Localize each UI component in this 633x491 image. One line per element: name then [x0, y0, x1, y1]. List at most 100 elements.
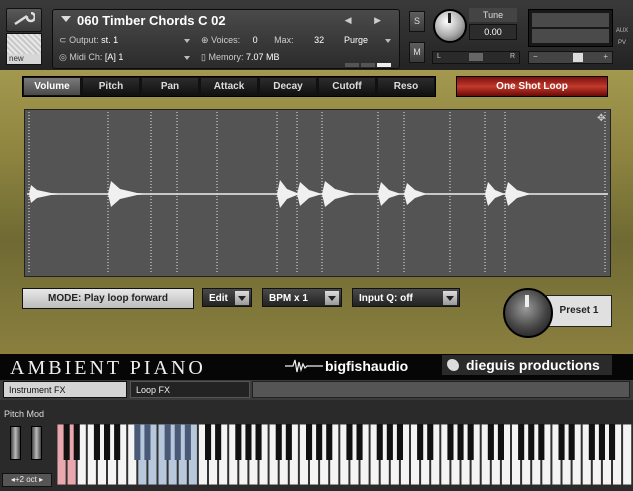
black-key[interactable]	[528, 424, 535, 460]
voices-value: 0	[252, 35, 258, 45]
black-key[interactable]	[93, 424, 100, 460]
one-shot-loop-button[interactable]: One Shot Loop	[456, 76, 608, 97]
volume-plus-label: +	[603, 52, 608, 61]
pv-button[interactable]: PV	[615, 40, 629, 46]
black-key[interactable]	[174, 424, 181, 460]
black-key[interactable]	[487, 424, 494, 460]
instrument-nav-arrows[interactable]: ◀ ▶	[345, 15, 391, 26]
black-key[interactable]	[609, 424, 616, 460]
bpm-dropdown-icon[interactable]	[325, 291, 339, 305]
black-key[interactable]	[568, 424, 575, 460]
black-key[interactable]	[447, 424, 454, 460]
preset-knob[interactable]	[503, 288, 553, 338]
mute-button[interactable]: M	[409, 42, 425, 63]
black-key[interactable]	[427, 424, 434, 460]
level-meter	[528, 9, 613, 47]
tab-loop-fx[interactable]: Loop FX	[130, 381, 250, 398]
instrument-name[interactable]: 060 Timber Chords C 02	[77, 13, 226, 28]
solo-button[interactable]: S	[409, 11, 425, 32]
tune-value[interactable]: 0.00	[469, 24, 517, 40]
waveform-display[interactable]: ✥	[24, 109, 611, 277]
black-key[interactable]	[558, 424, 565, 460]
midi-row[interactable]: ◎ Midi Ch: [A] 1	[59, 52, 123, 63]
black-key[interactable]	[386, 424, 393, 460]
black-key[interactable]	[164, 424, 171, 460]
black-key[interactable]	[346, 424, 353, 460]
output-row[interactable]: ⊂ Output: st. 1	[59, 35, 118, 46]
black-key[interactable]	[316, 424, 323, 460]
memory-label: Memory:	[208, 52, 244, 62]
wrench-icon[interactable]	[6, 8, 42, 32]
volume-handle[interactable]	[573, 53, 583, 62]
tab-reso[interactable]: Reso	[378, 78, 434, 95]
black-key[interactable]	[285, 424, 292, 460]
preset-display[interactable]: Preset 1	[546, 295, 612, 327]
black-key[interactable]	[215, 424, 222, 460]
voices-row: ⊕ Voices: 0 Max: 32	[201, 35, 324, 46]
black-key[interactable]	[538, 424, 545, 460]
bpm-label: BPM x 1	[269, 293, 308, 304]
bpm-button[interactable]: BPM x 1	[262, 288, 342, 307]
black-key[interactable]	[467, 424, 474, 460]
black-key[interactable]	[134, 424, 141, 460]
black-key[interactable]	[184, 424, 191, 460]
black-key[interactable]	[73, 424, 80, 460]
purge-dropdown-icon[interactable]	[385, 39, 391, 43]
pan-slider[interactable]: L R	[432, 51, 520, 64]
edit-dropdown-icon[interactable]	[235, 291, 249, 305]
octave-selector[interactable]: ◂+2 oct ▸	[2, 473, 52, 487]
black-key[interactable]	[497, 424, 504, 460]
tab-volume[interactable]: Volume	[24, 78, 80, 95]
product-logo: AMBIENT PIANO	[10, 357, 206, 379]
tab-decay[interactable]: Decay	[260, 78, 316, 95]
tune-display: Tune 0.00	[469, 8, 517, 40]
tune-knob[interactable]	[433, 9, 467, 43]
midi-label: Midi Ch:	[69, 52, 103, 62]
purge-label: Purge	[344, 35, 369, 45]
black-key[interactable]	[598, 424, 605, 460]
instrument-menu-arrow-icon[interactable]	[61, 16, 71, 22]
piano-keyboard[interactable]	[57, 424, 633, 485]
black-key[interactable]	[356, 424, 363, 460]
input-q-dropdown-icon[interactable]	[443, 291, 457, 305]
edit-button[interactable]: Edit	[202, 288, 252, 307]
black-key[interactable]	[396, 424, 403, 460]
purge-menu[interactable]: Purge	[344, 35, 368, 45]
black-key[interactable]	[63, 424, 70, 460]
tab-pan[interactable]: Pan	[142, 78, 198, 95]
black-key[interactable]	[588, 424, 595, 460]
black-key[interactable]	[457, 424, 464, 460]
black-key[interactable]	[255, 424, 262, 460]
black-key[interactable]	[518, 424, 525, 460]
black-key[interactable]	[235, 424, 242, 460]
black-key[interactable]	[104, 424, 111, 460]
fx-tab-bar: Instrument FX Loop FX	[0, 380, 633, 400]
black-key[interactable]	[306, 424, 313, 460]
tab-instrument-fx[interactable]: Instrument FX	[3, 381, 127, 398]
mode-button[interactable]: MODE: Play loop forward	[22, 288, 194, 309]
black-key[interactable]	[144, 424, 151, 460]
mod-wheel[interactable]	[31, 426, 42, 460]
tab-attack[interactable]: Attack	[201, 78, 257, 95]
black-key[interactable]	[275, 424, 282, 460]
black-key[interactable]	[326, 424, 333, 460]
white-key[interactable]	[622, 424, 633, 485]
max-value[interactable]: 32	[314, 35, 324, 45]
pan-handle[interactable]	[469, 53, 483, 61]
black-key[interactable]	[245, 424, 252, 460]
black-key[interactable]	[417, 424, 424, 460]
vendor-waveform-icon	[285, 359, 323, 373]
input-q-button[interactable]: Input Q: off	[352, 288, 460, 307]
aux-button[interactable]: AUX	[615, 28, 629, 34]
volume-slider[interactable]: − +	[528, 51, 613, 64]
new-instrument-icon[interactable]: new	[6, 33, 42, 65]
black-key[interactable]	[376, 424, 383, 460]
waveform-graphic: ✥	[27, 112, 608, 274]
tab-pitch[interactable]: Pitch	[83, 78, 139, 95]
output-dropdown-icon[interactable]	[184, 39, 190, 43]
pitch-wheel[interactable]	[10, 426, 21, 460]
black-key[interactable]	[205, 424, 212, 460]
black-key[interactable]	[114, 424, 121, 460]
midi-dropdown-icon[interactable]	[184, 56, 190, 60]
tab-cutoff[interactable]: Cutoff	[319, 78, 375, 95]
